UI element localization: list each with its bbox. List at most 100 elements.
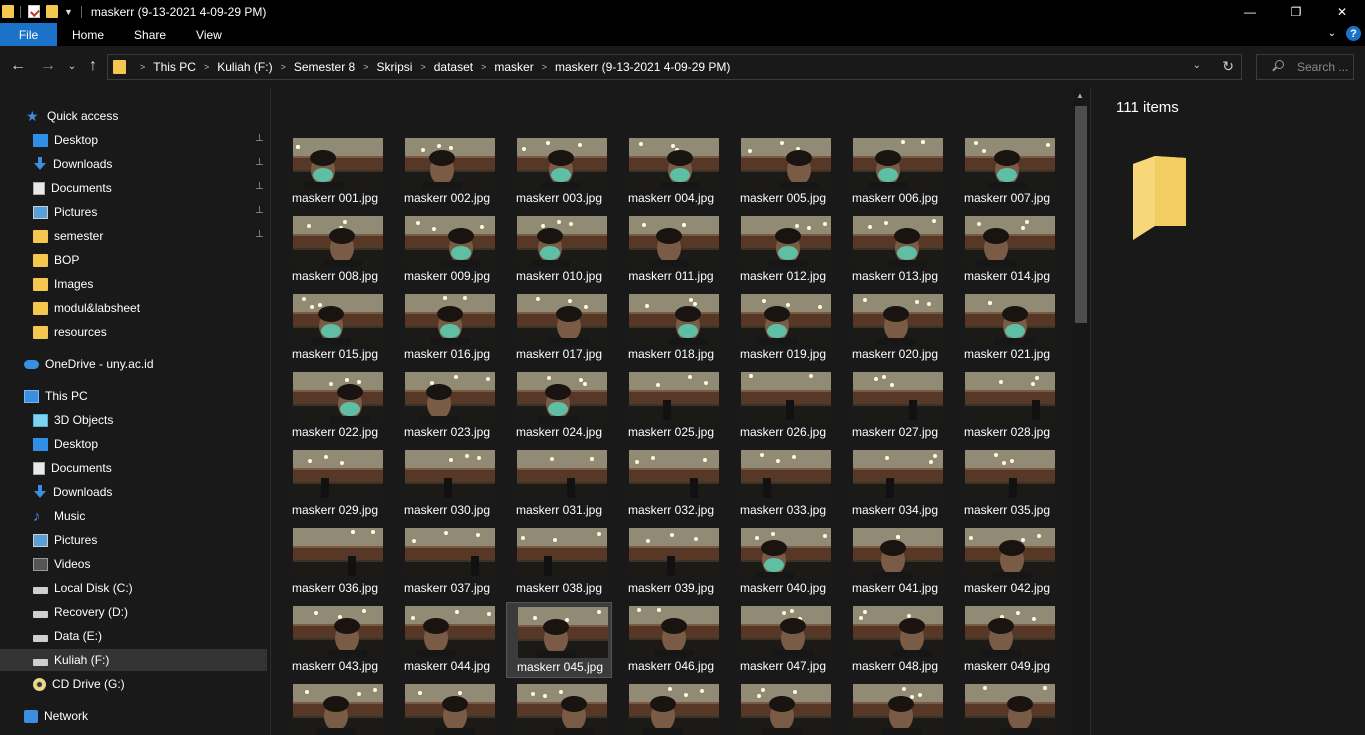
sidebar-item-quick-access[interactable]: ★ Quick access xyxy=(0,105,267,127)
file-tile[interactable]: maskerr 008.jpg xyxy=(282,212,388,288)
file-tile[interactable]: maskerr 002.jpg xyxy=(394,134,500,210)
properties-icon[interactable] xyxy=(28,5,40,18)
file-tile[interactable]: maskerr 031.jpg xyxy=(506,446,612,522)
file-tile[interactable]: maskerr 001.jpg xyxy=(282,134,388,210)
sidebar-item-data-e[interactable]: Data (E:) xyxy=(0,625,267,647)
file-tile[interactable] xyxy=(954,680,1060,735)
sidebar-item-kuliah-f[interactable]: Kuliah (F:) xyxy=(0,649,267,671)
file-tile[interactable]: maskerr 012.jpg xyxy=(730,212,836,288)
sidebar-item-this-pc[interactable]: This PC xyxy=(0,385,267,407)
scroll-up-icon[interactable]: ▲ xyxy=(1076,91,1084,100)
file-tile[interactable]: maskerr 045.jpg xyxy=(506,602,612,678)
file-tile[interactable]: maskerr 018.jpg xyxy=(618,290,724,366)
folder-icon[interactable] xyxy=(2,5,14,18)
file-tile[interactable]: maskerr 015.jpg xyxy=(282,290,388,366)
expand-ribbon-chevron-icon[interactable]: ⌄ xyxy=(1328,28,1336,39)
address-bar[interactable]: > This PC > Kuliah (F:) > Semester 8 > S… xyxy=(107,54,1242,80)
file-tile[interactable]: maskerr 003.jpg xyxy=(506,134,612,210)
file-tile[interactable] xyxy=(506,680,612,735)
sidebar-item-modul-labsheet[interactable]: modul&labsheet xyxy=(0,297,267,319)
file-tile[interactable]: maskerr 044.jpg xyxy=(394,602,500,678)
file-tile[interactable]: maskerr 026.jpg xyxy=(730,368,836,444)
file-tile[interactable]: maskerr 025.jpg xyxy=(618,368,724,444)
file-tile[interactable]: maskerr 014.jpg xyxy=(954,212,1060,288)
file-tile[interactable]: maskerr 028.jpg xyxy=(954,368,1060,444)
file-tile[interactable] xyxy=(618,680,724,735)
file-tile[interactable] xyxy=(842,680,948,735)
sidebar-item-pictures[interactable]: Pictures ⊥ xyxy=(0,201,267,223)
file-tile[interactable]: maskerr 016.jpg xyxy=(394,290,500,366)
file-tile[interactable]: maskerr 022.jpg xyxy=(282,368,388,444)
file-tile[interactable]: maskerr 040.jpg xyxy=(730,524,836,600)
file-tile[interactable]: maskerr 034.jpg xyxy=(842,446,948,522)
file-tile[interactable]: maskerr 032.jpg xyxy=(618,446,724,522)
breadcrumb-separator-icon[interactable]: > xyxy=(281,62,286,72)
sidebar-item-documents[interactable]: Documents xyxy=(0,457,267,479)
sidebar-item-onedrive[interactable]: OneDrive - uny.ac.id xyxy=(0,353,267,375)
file-tile[interactable]: maskerr 033.jpg xyxy=(730,446,836,522)
recent-locations-chevron-icon[interactable]: ⌄ xyxy=(62,56,82,76)
breadcrumb-separator-icon[interactable]: > xyxy=(542,62,547,72)
sidebar-item-pictures[interactable]: Pictures xyxy=(0,529,267,551)
up-button[interactable]: ↑ xyxy=(83,56,103,76)
minimize-button[interactable]: — xyxy=(1227,0,1273,23)
sidebar-item-local-disk-c[interactable]: Local Disk (C:) xyxy=(0,577,267,599)
sidebar-item-network[interactable]: Network xyxy=(0,705,267,727)
file-tile[interactable] xyxy=(282,680,388,735)
file-tile[interactable]: maskerr 036.jpg xyxy=(282,524,388,600)
file-tile[interactable]: maskerr 004.jpg xyxy=(618,134,724,210)
file-tile[interactable] xyxy=(730,680,836,735)
address-dropdown-chevron-icon[interactable]: ⌄ xyxy=(1193,60,1201,71)
file-tile[interactable]: maskerr 046.jpg xyxy=(618,602,724,678)
file-tile[interactable]: maskerr 047.jpg xyxy=(730,602,836,678)
file-tile[interactable]: maskerr 039.jpg xyxy=(618,524,724,600)
close-button[interactable]: ✕ xyxy=(1319,0,1365,23)
sidebar-item-music[interactable]: ♪ Music xyxy=(0,505,267,527)
breadcrumb-separator-icon[interactable]: > xyxy=(420,62,425,72)
sidebar-item-recovery-d[interactable]: Recovery (D:) xyxy=(0,601,267,623)
file-tile[interactable]: maskerr 038.jpg xyxy=(506,524,612,600)
file-tile[interactable]: maskerr 048.jpg xyxy=(842,602,948,678)
sidebar-item-desktop[interactable]: Desktop ⊥ xyxy=(0,129,267,151)
sidebar-item-semester[interactable]: semester ⊥ xyxy=(0,225,267,247)
file-tile[interactable]: maskerr 013.jpg xyxy=(842,212,948,288)
forward-button[interactable]: → xyxy=(38,56,58,76)
tab-home[interactable]: Home xyxy=(57,23,119,46)
pin-icon[interactable]: ⊥ xyxy=(255,230,264,240)
sidebar-item-downloads[interactable]: Downloads xyxy=(0,481,267,503)
file-tile[interactable]: maskerr 005.jpg xyxy=(730,134,836,210)
breadcrumb-this-pc[interactable]: This PC xyxy=(153,60,196,74)
file-tile[interactable]: maskerr 006.jpg xyxy=(842,134,948,210)
sidebar-item-desktop[interactable]: Desktop xyxy=(0,433,267,455)
breadcrumb-masker[interactable]: masker xyxy=(494,60,533,74)
breadcrumb-kuliah[interactable]: Kuliah (F:) xyxy=(217,60,272,74)
file-tile[interactable]: maskerr 037.jpg xyxy=(394,524,500,600)
sidebar-item-bop[interactable]: BOP xyxy=(0,249,267,271)
breadcrumb-separator-icon[interactable]: > xyxy=(204,62,209,72)
sidebar-item-images[interactable]: Images xyxy=(0,273,267,295)
tab-share[interactable]: Share xyxy=(119,23,181,46)
file-tile[interactable]: maskerr 027.jpg xyxy=(842,368,948,444)
file-tile[interactable]: maskerr 023.jpg xyxy=(394,368,500,444)
sidebar-item-3d-objects[interactable]: 3D Objects xyxy=(0,409,267,431)
maximize-button[interactable]: ❐ xyxy=(1273,0,1319,23)
vertical-scrollbar[interactable]: ▲ xyxy=(1073,88,1089,735)
scrollbar-thumb[interactable] xyxy=(1075,106,1087,323)
file-tile[interactable]: maskerr 035.jpg xyxy=(954,446,1060,522)
customize-toolbar-chevron-icon[interactable]: ▼ xyxy=(64,7,73,17)
sidebar-item-downloads[interactable]: Downloads ⊥ xyxy=(0,153,267,175)
breadcrumb-dataset[interactable]: dataset xyxy=(434,60,473,74)
file-tile[interactable]: maskerr 020.jpg xyxy=(842,290,948,366)
breadcrumb-skripsi[interactable]: Skripsi xyxy=(376,60,412,74)
tab-view[interactable]: View xyxy=(181,23,237,46)
sidebar-item-videos[interactable]: Videos xyxy=(0,553,267,575)
file-tile[interactable]: maskerr 021.jpg xyxy=(954,290,1060,366)
sidebar-item-cd-drive-g[interactable]: CD Drive (G:) xyxy=(0,673,267,695)
file-tile[interactable]: maskerr 011.jpg xyxy=(618,212,724,288)
breadcrumb-separator-icon[interactable]: > xyxy=(481,62,486,72)
new-folder-icon[interactable] xyxy=(46,5,58,18)
pin-icon[interactable]: ⊥ xyxy=(255,182,264,192)
breadcrumb-separator-icon[interactable]: > xyxy=(363,62,368,72)
search-placeholder[interactable]: Search ... xyxy=(1297,60,1348,74)
file-tile[interactable]: maskerr 010.jpg xyxy=(506,212,612,288)
